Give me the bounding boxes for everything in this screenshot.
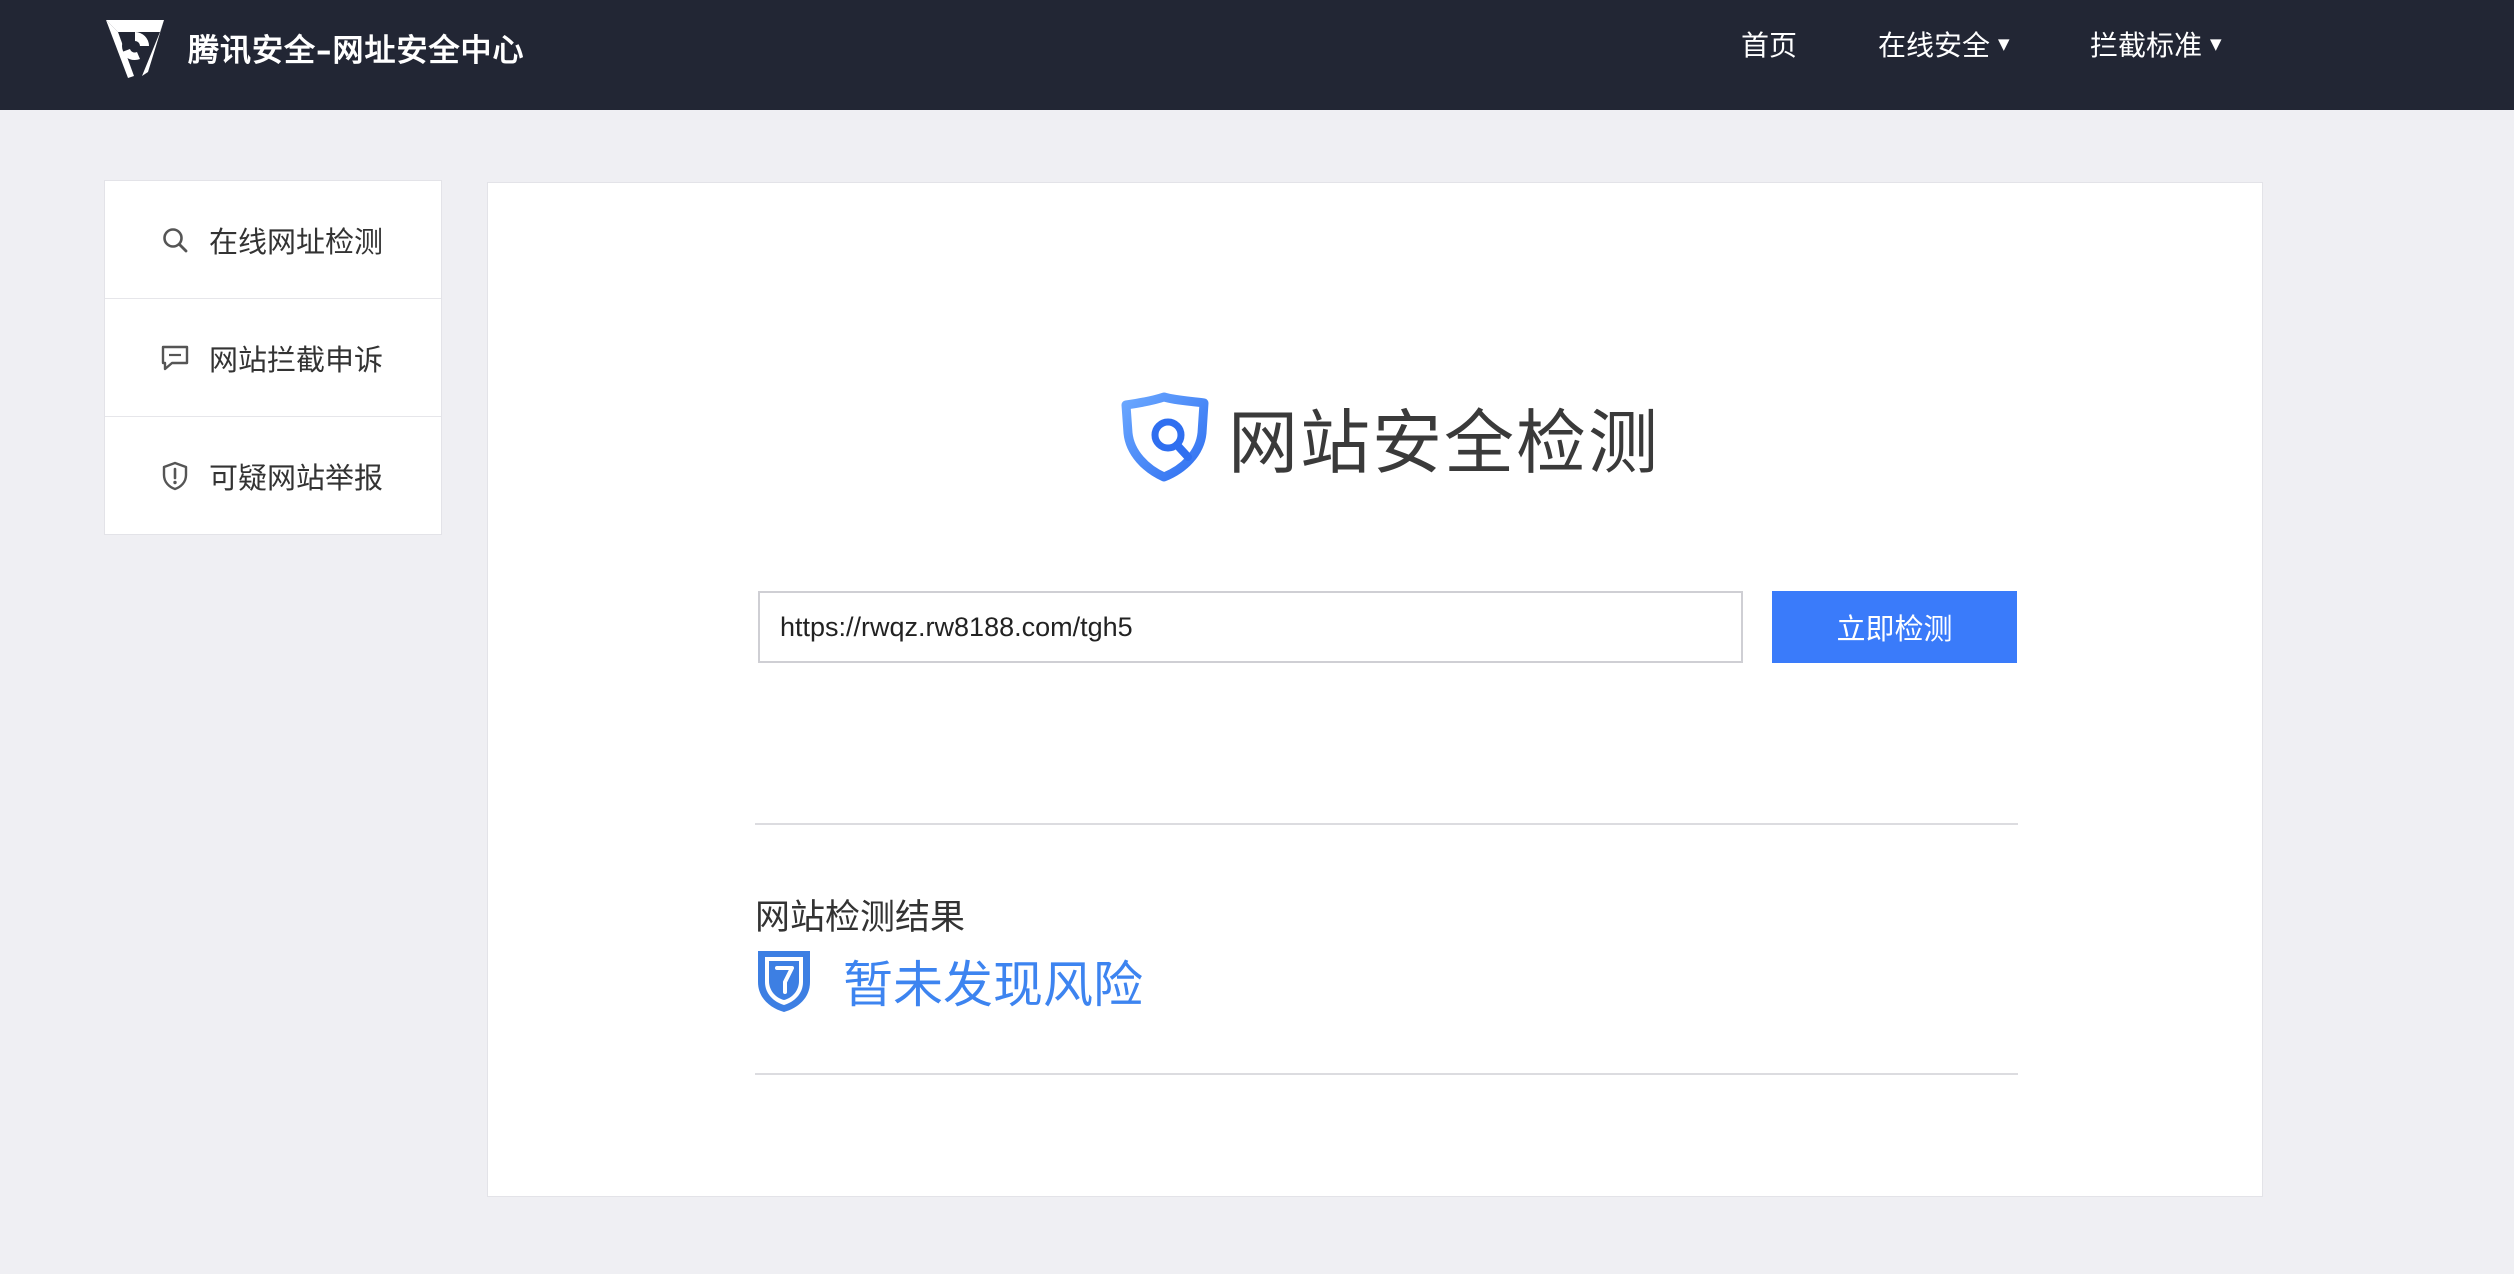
shield-safe-icon: [758, 951, 810, 1012]
result-heading: 网站检测结果: [755, 898, 966, 938]
nav-online-security[interactable]: 在线安全 ▼: [1878, 26, 2010, 66]
shield-alert-icon: [159, 460, 191, 492]
divider: [755, 1073, 2018, 1075]
sidebar-item-label: 在线网址检测: [209, 224, 384, 259]
divider: [755, 823, 2018, 825]
sidebar-item-report[interactable]: 可疑网站举报: [105, 417, 441, 535]
sidebar-item-label: 可疑网站举报: [209, 461, 384, 495]
url-input[interactable]: [758, 591, 1743, 663]
brand[interactable]: 腾讯安全–网址安全中心: [100, 12, 525, 82]
check-now-button[interactable]: 立即检测: [1772, 591, 2017, 663]
nav-block-standards-label: 拦截标准: [2090, 29, 2203, 62]
sidebar-item-appeal[interactable]: 网站拦截申诉: [105, 299, 441, 417]
result-status-row: 暂未发现风险: [755, 947, 1143, 1015]
message-icon: [159, 342, 191, 374]
nav-home-label: 首页: [1741, 29, 1798, 62]
page-title: 网站安全检测: [1228, 401, 1660, 484]
nav-online-security-label: 在线安全: [1878, 29, 1991, 62]
main-panel: 网站安全检测 立即检测 网站检测结果 暂未发现风险: [487, 182, 2263, 1197]
hero-header: 网站安全检测: [1118, 389, 1660, 485]
sidebar: 在线网址检测 网站拦截申诉 可疑网站举报: [104, 180, 442, 535]
sidebar-item-label: 网站拦截申诉: [209, 342, 384, 377]
nav-home[interactable]: 首页: [1741, 26, 1797, 66]
shield-search-icon: [1121, 392, 1209, 482]
caret-down-icon: ▼: [2210, 35, 2222, 53]
result-status: 暂未发现风险: [843, 956, 1143, 1014]
nav-block-standards[interactable]: 拦截标准 ▼: [2090, 26, 2222, 66]
top-navigation-bar: 腾讯安全–网址安全中心 首页 在线安全 ▼ 拦截标准 ▼: [0, 0, 2514, 110]
caret-down-icon: ▼: [1998, 35, 2010, 53]
sidebar-item-url-check[interactable]: 在线网址检测: [105, 181, 441, 299]
tencent-security-logo-icon: [106, 20, 164, 78]
search-icon: [159, 224, 191, 256]
brand-name: 腾讯安全–网址安全中心: [188, 32, 525, 69]
